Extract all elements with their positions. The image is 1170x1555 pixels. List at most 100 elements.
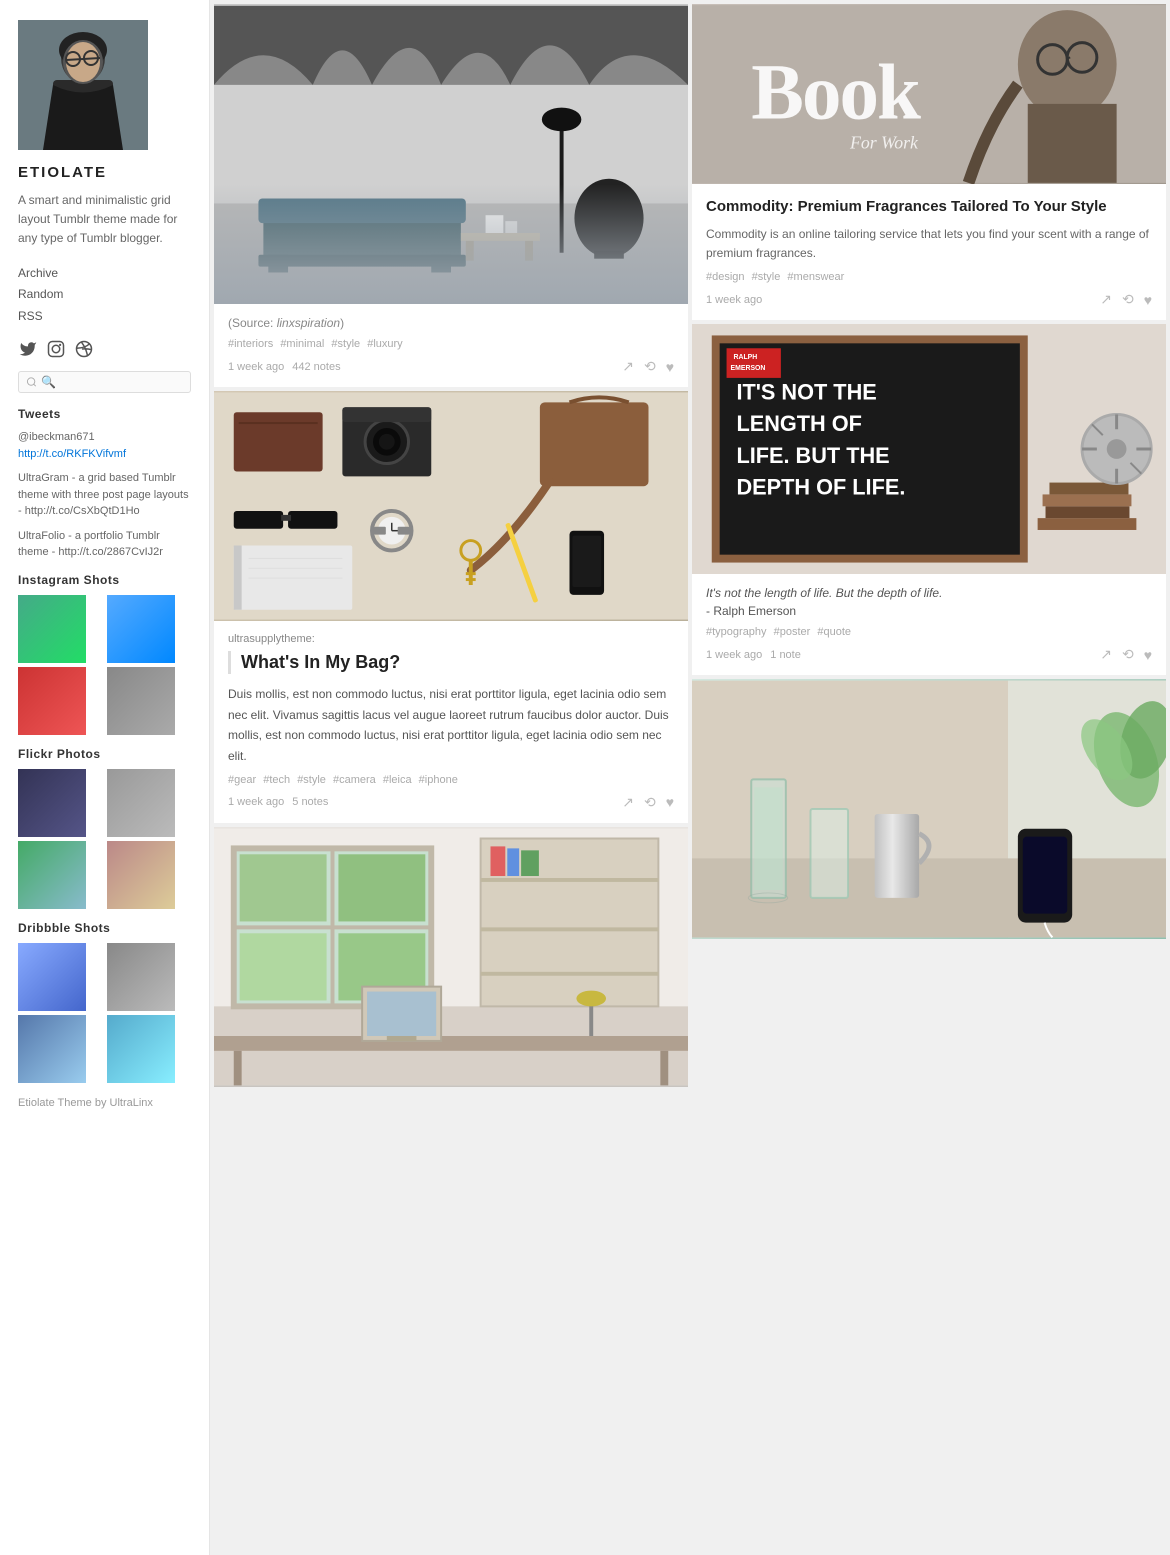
book-image: Book For Work	[692, 4, 1166, 184]
share-icon-2[interactable]: ↗	[622, 794, 634, 811]
sidebar-footer: Etiolate Theme by UltraLinx	[18, 1097, 191, 1109]
dribbble-grid	[18, 943, 191, 1083]
post-source: (Source: linxspiration)	[228, 316, 674, 330]
share-icon[interactable]: ↗	[622, 358, 634, 375]
reblog-icon[interactable]: ⟲	[644, 358, 656, 375]
svg-text:IT'S NOT THE: IT'S NOT THE	[736, 380, 876, 405]
instagram-icon[interactable]	[46, 339, 66, 359]
dribbble-thumb-4[interactable]	[107, 1015, 175, 1083]
instagram-thumb-4[interactable]	[107, 667, 175, 735]
post-actions: ↗ ⟲ ♥	[622, 358, 674, 375]
quote-post: RALPH EMERSON IT'S NOT THE LENGTH OF LIF…	[692, 324, 1166, 675]
like-icon-2[interactable]: ♥	[666, 794, 674, 810]
book-post-meta: 1 week ago ↗ ⟲ ♥	[706, 291, 1152, 308]
right-column: Book For Work Commodity: Premium Fragran…	[692, 4, 1166, 1087]
flickr-thumb-1[interactable]	[18, 769, 86, 837]
share-icon-3[interactable]: ↗	[1100, 291, 1112, 308]
quote-post-tags: #typography #poster #quote	[706, 626, 1152, 638]
bag-post-meta: 1 week ago 5 notes ↗ ⟲ ♥	[228, 794, 674, 811]
share-icon-4[interactable]: ↗	[1100, 646, 1112, 663]
dribbble-thumb-1[interactable]	[18, 943, 86, 1011]
interior-post-body: (Source: linxspiration) #interiors #mini…	[214, 304, 688, 387]
dribbble-icon[interactable]	[74, 339, 94, 359]
dribbble-thumb-3[interactable]	[18, 1015, 86, 1083]
search-input[interactable]	[37, 375, 183, 389]
book-post-title: Commodity: Premium Fragrances Tailored T…	[706, 196, 1152, 217]
avatar	[18, 20, 148, 150]
book-post-tags: #design #style #menswear	[706, 271, 1152, 283]
instagram-thumb-3[interactable]	[18, 667, 86, 735]
bag-image	[214, 391, 688, 621]
social-icons	[18, 339, 191, 359]
post-text: Duis mollis, est non commodo luctus, nis…	[228, 684, 674, 766]
post-notes: 442 notes	[292, 361, 340, 373]
flickr-section-title: Flickr Photos	[18, 747, 191, 761]
post-meta: 1 week ago 442 notes ↗ ⟲ ♥	[228, 358, 674, 375]
like-icon-4[interactable]: ♥	[1144, 647, 1152, 663]
rss-link[interactable]: RSS	[18, 306, 191, 328]
quote-post-meta: 1 week ago 1 note ↗ ⟲ ♥	[706, 646, 1152, 663]
post-tags: #interiors #minimal #style #luxury	[228, 338, 674, 350]
quote-image: RALPH EMERSON IT'S NOT THE LENGTH OF LIF…	[692, 324, 1166, 574]
svg-text:EMERSON: EMERSON	[731, 365, 766, 372]
room-image	[214, 827, 688, 1087]
interior-post: (Source: linxspiration) #interiors #mini…	[214, 4, 688, 387]
quote-post-notes: 1 note	[770, 649, 801, 661]
quote-post-body: It's not the length of life. But the dep…	[692, 574, 1166, 675]
random-link[interactable]: Random	[18, 284, 191, 306]
tweet-item-3: UltraFolio - a portfolio Tumblr theme - …	[18, 528, 191, 561]
tweets-section-title: Tweets	[18, 407, 191, 421]
quote-post-time: 1 week ago	[706, 649, 762, 661]
twitter-icon[interactable]	[18, 339, 38, 359]
post-attr: ultrasupplytheme:	[228, 633, 674, 645]
svg-text:DEPTH OF LIFE.: DEPTH OF LIFE.	[736, 475, 905, 500]
quote-italic: It's not the length of life. But the dep…	[706, 586, 1152, 600]
book-post-time: 1 week ago	[706, 294, 762, 306]
main-content: (Source: linxspiration) #interiors #mini…	[210, 0, 1170, 1555]
flickr-grid	[18, 769, 191, 909]
drink-image	[692, 679, 1166, 939]
search-box[interactable]	[18, 371, 191, 393]
flickr-thumb-2[interactable]	[107, 769, 175, 837]
tweet-link-1[interactable]: http://t.co/RKFKVifvmf	[18, 448, 126, 460]
reblog-icon-2[interactable]: ⟲	[644, 794, 656, 811]
sidebar: ETIOLATE A smart and minimalistic grid l…	[0, 0, 210, 1555]
svg-text:For Work: For Work	[849, 132, 919, 152]
instagram-grid	[18, 595, 191, 735]
quote-post-actions: ↗ ⟲ ♥	[1100, 646, 1152, 663]
dribbble-thumb-2[interactable]	[107, 943, 175, 1011]
instagram-section-title: Instagram Shots	[18, 573, 191, 587]
tweet-item-2: UltraGram - a grid based Tumblr theme wi…	[18, 470, 191, 520]
instagram-thumb-1[interactable]	[18, 595, 86, 663]
blog-description: A smart and minimalistic grid layout Tum…	[18, 191, 191, 249]
like-icon-3[interactable]: ♥	[1144, 292, 1152, 308]
blog-title: ETIOLATE	[18, 164, 191, 181]
room-post	[214, 827, 688, 1087]
dribbble-section-title: Dribbble Shots	[18, 921, 191, 935]
interior-image	[214, 4, 688, 304]
archive-link[interactable]: Archive	[18, 263, 191, 285]
post-title: What's In My Bag?	[228, 651, 674, 674]
quote-author: - Ralph Emerson	[706, 604, 1152, 618]
nav-links: Archive Random RSS	[18, 263, 191, 328]
bag-post-notes: 5 notes	[292, 796, 328, 808]
bag-post-actions: ↗ ⟲ ♥	[622, 794, 674, 811]
post-time: 1 week ago	[228, 361, 284, 373]
like-icon[interactable]: ♥	[666, 359, 674, 375]
instagram-thumb-2[interactable]	[107, 595, 175, 663]
book-post-desc: Commodity is an online tailoring service…	[706, 225, 1152, 263]
flickr-thumb-3[interactable]	[18, 841, 86, 909]
drink-post	[692, 679, 1166, 939]
bag-post-body: ultrasupplytheme: What's In My Bag? Duis…	[214, 621, 688, 823]
book-post-actions: ↗ ⟲ ♥	[1100, 291, 1152, 308]
svg-text:LIFE. BUT THE: LIFE. BUT THE	[736, 443, 889, 468]
tweet-item-1: @ibeckman671 http://t.co/RKFKVifvmf	[18, 429, 191, 462]
reblog-icon-3[interactable]: ⟲	[1122, 291, 1134, 308]
svg-text:LENGTH OF: LENGTH OF	[736, 412, 861, 437]
reblog-icon-4[interactable]: ⟲	[1122, 646, 1134, 663]
bag-post: ultrasupplytheme: What's In My Bag? Duis…	[214, 391, 688, 823]
book-post: Book For Work Commodity: Premium Fragran…	[692, 4, 1166, 320]
bag-post-tags: #gear #tech #style #camera #leica #iphon…	[228, 774, 674, 786]
source-link[interactable]: linxspiration	[277, 316, 340, 330]
flickr-thumb-4[interactable]	[107, 841, 175, 909]
